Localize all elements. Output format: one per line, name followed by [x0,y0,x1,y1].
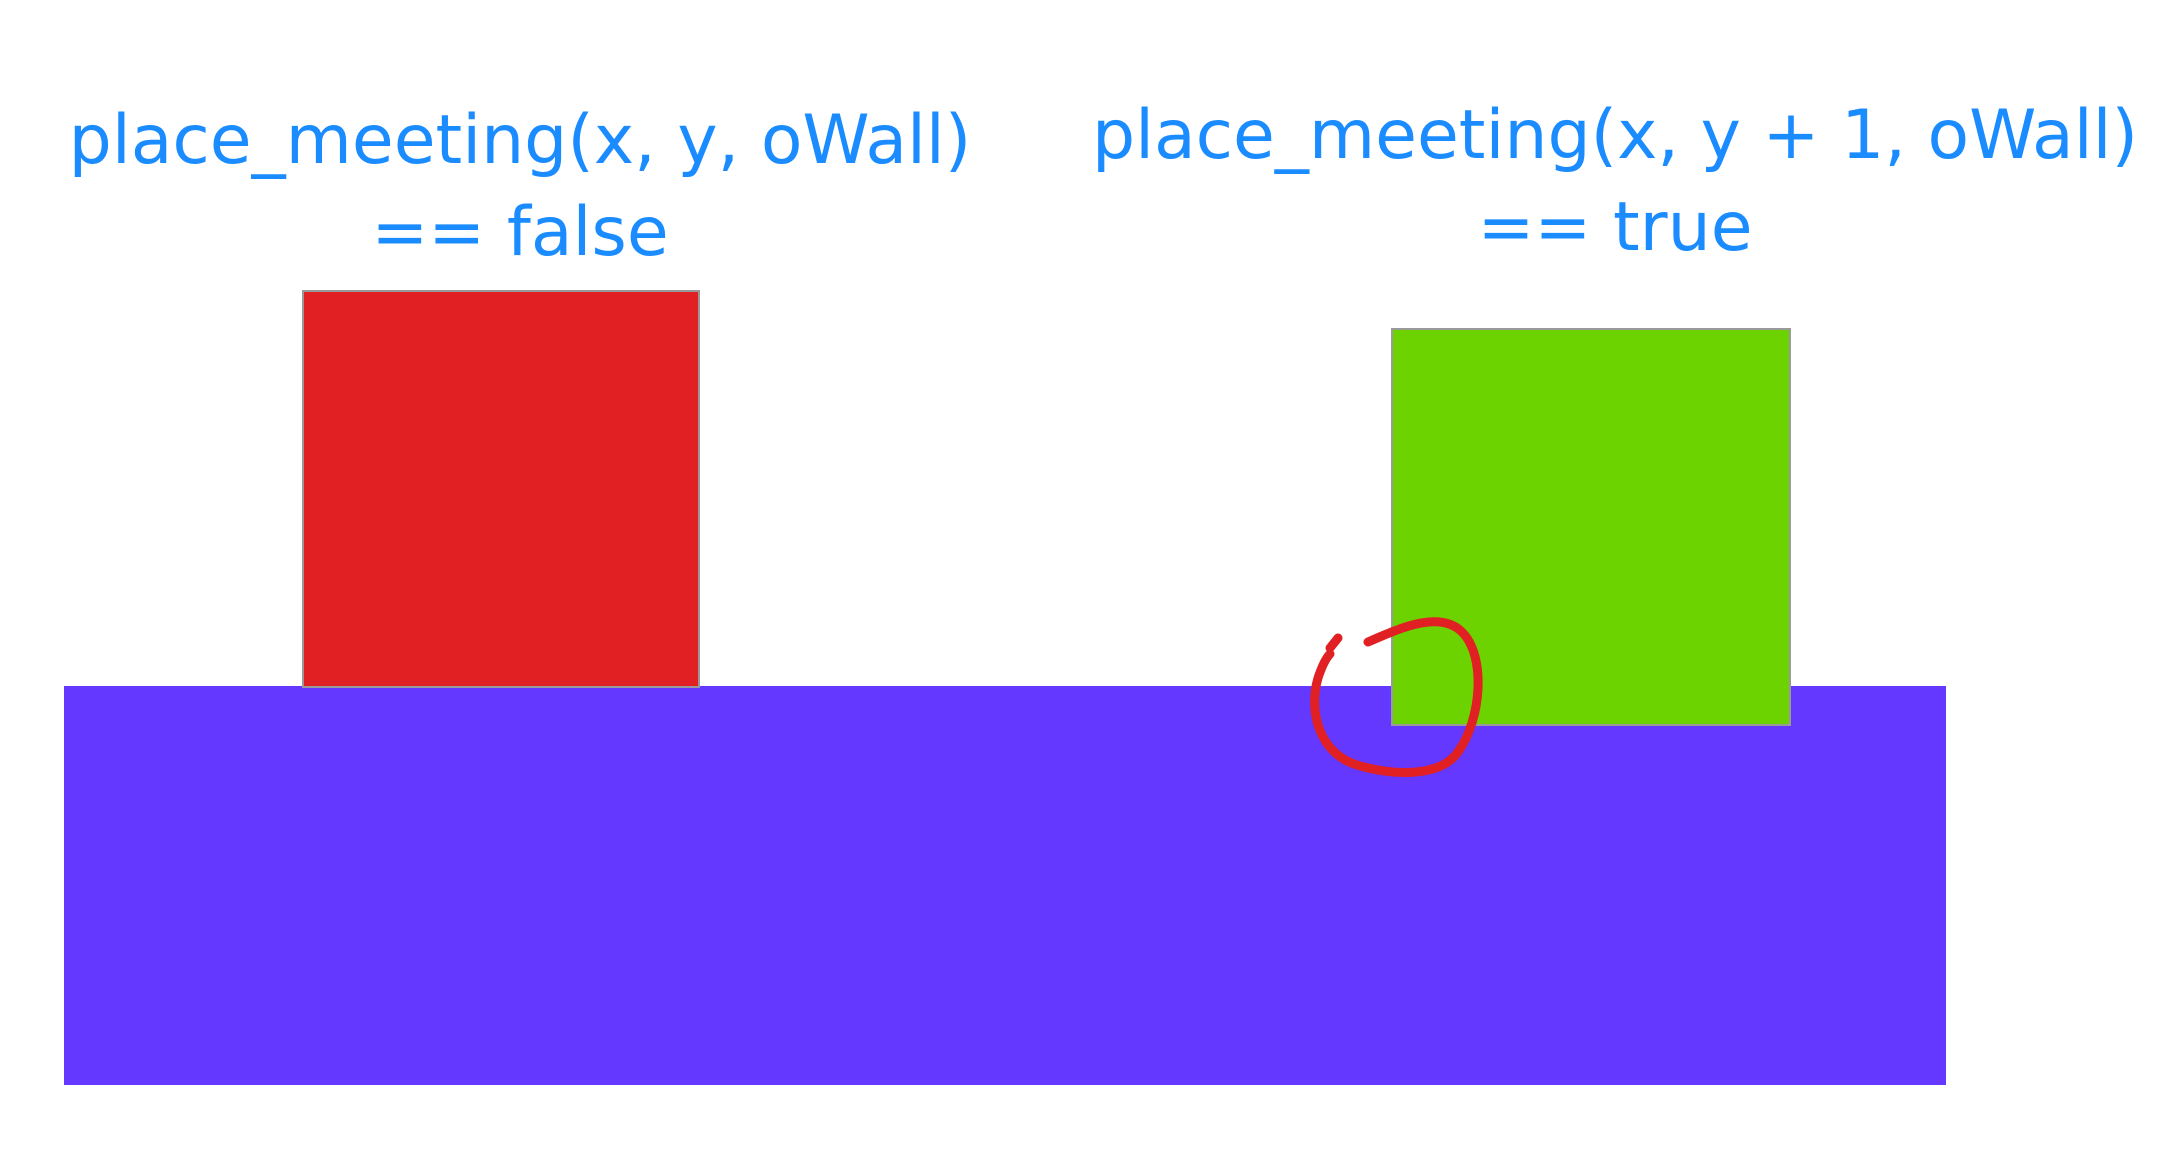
collision-highlight-circle [1310,617,1483,777]
wall-block [64,686,1946,1085]
right-caption-line2: == true [1477,188,1753,267]
right-caption: place_meeting(x, y + 1, oWall) == true [1060,90,2170,274]
right-caption-line1: place_meeting(x, y + 1, oWall) [1091,96,2139,175]
left-caption-line1: place_meeting(x, y, oWall) [68,101,972,180]
left-caption: place_meeting(x, y, oWall) == false [40,95,1000,279]
left-caption-line2: == false [371,193,669,272]
red-player-block [302,290,700,688]
